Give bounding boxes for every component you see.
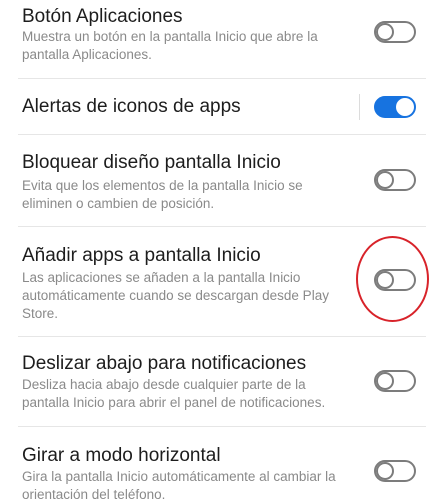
setting-title: Alertas de iconos de apps	[22, 96, 241, 117]
setting-app-icon-badges[interactable]: Alertas de iconos de apps	[0, 79, 444, 134]
toggle-knob	[376, 171, 394, 189]
setting-rotate-landscape[interactable]: Girar a modo horizontal Gira la pantalla…	[0, 427, 444, 502]
toggle-knob	[396, 98, 414, 116]
setting-title: Girar a modo horizontal	[22, 445, 221, 466]
swipe-down-notifications-toggle[interactable]	[374, 370, 416, 392]
setting-title: Añadir apps a pantalla Inicio	[22, 245, 261, 266]
setting-description: Muestra un botón en la pantalla Inicio q…	[22, 29, 318, 62]
lock-home-layout-toggle[interactable]	[374, 169, 416, 191]
setting-title: Deslizar abajo para notificaciones	[22, 353, 307, 374]
vertical-separator	[359, 94, 360, 120]
setting-title: Botón Aplicaciones	[22, 6, 183, 27]
setting-title: Bloquear diseño pantalla Inicio	[22, 152, 281, 173]
setting-description: Gira la pantalla Inicio automáticamente …	[22, 469, 336, 502]
apps-button-toggle[interactable]	[374, 21, 416, 43]
setting-add-apps-to-home[interactable]: Añadir apps a pantalla Inicio Las aplica…	[0, 227, 444, 336]
toggle-knob	[376, 462, 394, 480]
home-screen-settings-list: Botón Aplicaciones Muestra un botón en l…	[0, 0, 444, 502]
add-apps-to-home-toggle[interactable]	[374, 269, 416, 291]
setting-description: Las aplicaciones se añaden a la pantalla…	[22, 270, 329, 321]
toggle-knob	[376, 372, 394, 390]
app-icon-badges-toggle[interactable]	[374, 96, 416, 118]
setting-lock-home-layout[interactable]: Bloquear diseño pantalla Inicio Evita qu…	[0, 135, 444, 226]
setting-description: Evita que los elementos de la pantalla I…	[22, 178, 303, 211]
setting-swipe-down-notifications[interactable]: Deslizar abajo para notificaciones Desli…	[0, 337, 444, 426]
setting-description: Desliza hacia abajo desde cualquier part…	[22, 377, 326, 410]
toggle-knob	[376, 23, 394, 41]
toggle-knob	[376, 271, 394, 289]
setting-apps-button[interactable]: Botón Aplicaciones Muestra un botón en l…	[0, 0, 444, 78]
rotate-landscape-toggle[interactable]	[374, 460, 416, 482]
